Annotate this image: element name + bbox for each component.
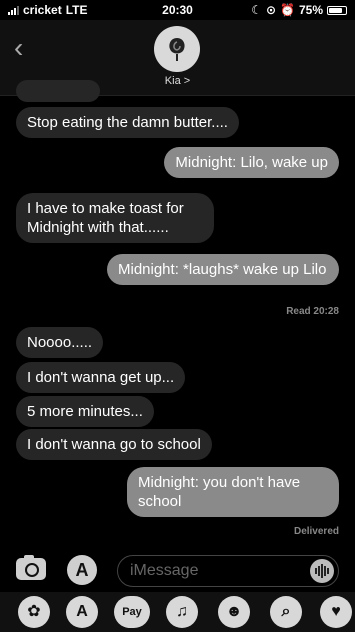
audio-waveform-icon[interactable] [310,559,334,583]
rose-icon [169,38,185,61]
moon-icon: ☾ [251,3,262,17]
read-receipt: Read 20:28 [286,306,339,317]
message-bubble-incoming[interactable]: I don't wanna go to school [16,429,212,460]
battery-icon [327,5,347,15]
message-bubble-outgoing[interactable]: Midnight: *laughs* wake up Lilo [107,254,339,285]
app-store-icon[interactable]: A [67,555,97,585]
message-bubble-outgoing[interactable]: Midnight: you don't have school [127,467,339,517]
music-icon[interactable]: ♫ [166,596,198,628]
compose-bar: A iMessage [0,548,355,592]
alarm-icon: ⏰ [280,3,295,17]
delivered-receipt: Delivered [293,526,339,537]
battery-percent: 75% [298,3,323,17]
contact-name-label: Kia [164,75,181,87]
message-bubble-incoming[interactable]: Noooo..... [16,327,104,358]
apple-pay-label: Pay [122,606,142,618]
message-bubble-incoming[interactable]: Stop eating the damn butter.... [16,107,239,138]
message-bubble-incoming[interactable]: 5 more minutes... [16,396,154,427]
rotation-lock-icon: ⊙ [265,3,277,17]
status-bar: cricket LTE 20:30 ☾ ⊙ ⏰ 75% [0,0,355,20]
digital-touch-icon[interactable]: ♥ [320,596,352,628]
message-bubble-incoming[interactable]: I have to make toast for Midnight with t… [16,193,214,243]
app-drawer: ✿ A Pay ♫ ☻ ⌕ ♥ [0,592,355,632]
search-images-icon[interactable]: ⌕ [270,596,302,628]
message-input[interactable]: iMessage [117,555,339,587]
photos-app-icon[interactable]: ✿ [18,596,50,628]
camera-icon[interactable] [16,555,46,580]
message-bubble-incoming[interactable]: I don't wanna get up... [16,362,186,393]
app-store-drawer-icon[interactable]: A [66,596,98,628]
back-chevron-icon[interactable]: ‹ [14,34,23,62]
message-bubble-outgoing[interactable]: Midnight: Lilo, wake up [164,147,339,178]
contact-avatar[interactable] [154,26,200,72]
chevron-right-icon: > [183,75,191,87]
message-input-placeholder: iMessage [130,562,199,579]
apple-pay-icon[interactable]: Pay [114,596,150,628]
message-bubble-partial [16,80,100,102]
memoji-icon[interactable]: ☻ [218,596,250,628]
